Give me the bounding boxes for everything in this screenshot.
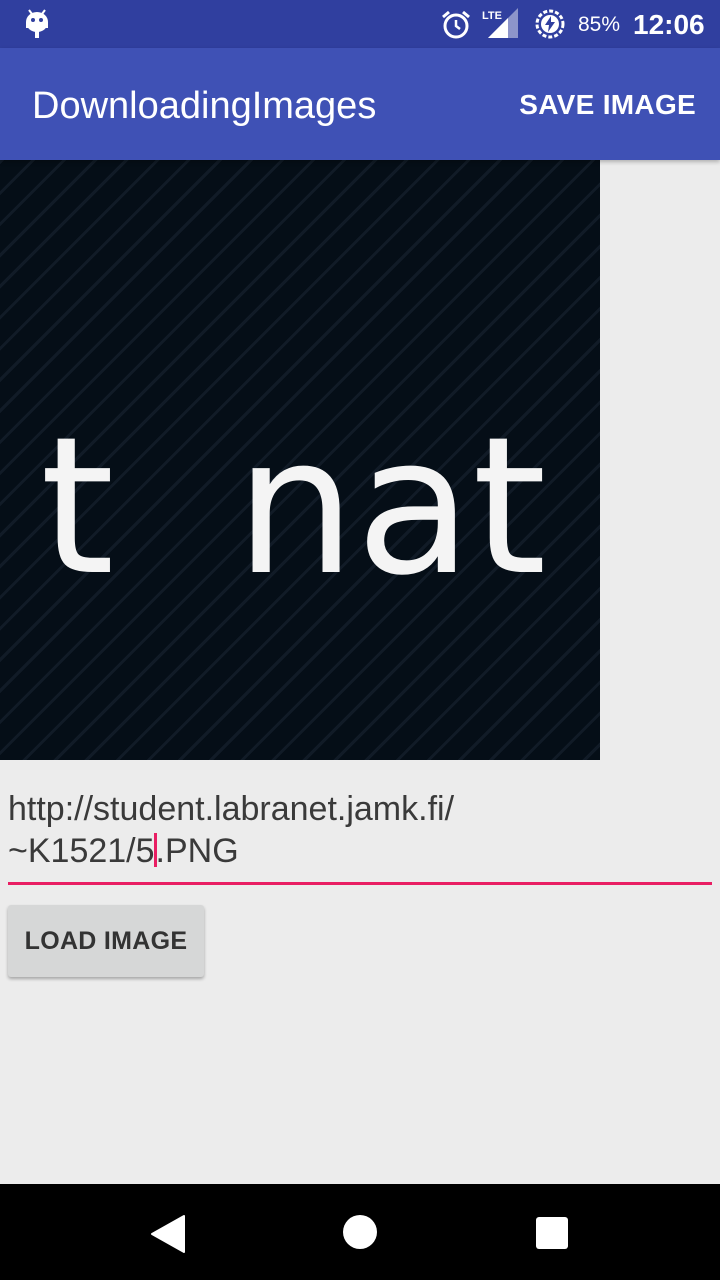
url-line1: http://student.labranet.jamk.fi/ (8, 790, 455, 828)
status-time: 12:06 (633, 9, 705, 40)
app-bar: DownloadingImages SAVE IMAGE (0, 48, 720, 160)
status-bar: LTE 85% 12:06 (0, 0, 720, 48)
url-line2-before-cursor: ~K1521/5 (8, 832, 155, 870)
url-line2-after-cursor: .PNG (155, 832, 239, 870)
network-label: LTE (482, 10, 502, 22)
back-icon[interactable] (150, 1214, 186, 1254)
url-input[interactable]: http://student.labranet.jamk.fi/ ~K1521/… (8, 788, 712, 885)
url-input-text[interactable]: http://student.labranet.jamk.fi/ ~K1521/… (8, 788, 712, 882)
app-title: DownloadingImages (32, 85, 377, 127)
navigation-bar (0, 1184, 720, 1280)
battery-saver-icon (535, 9, 565, 39)
image-text: t nat (40, 396, 547, 617)
recents-icon[interactable] (535, 1216, 569, 1250)
home-icon[interactable] (342, 1214, 378, 1250)
load-image-button[interactable]: LOAD IMAGE (8, 905, 204, 977)
battery-percent: 85% (578, 13, 621, 36)
android-icon (26, 9, 48, 38)
lte-signal-icon: LTE (482, 8, 518, 38)
save-image-button[interactable]: SAVE IMAGE (519, 89, 696, 121)
alarm-icon (442, 10, 470, 39)
downloaded-image: t nat (0, 160, 600, 760)
input-underline (8, 882, 712, 885)
